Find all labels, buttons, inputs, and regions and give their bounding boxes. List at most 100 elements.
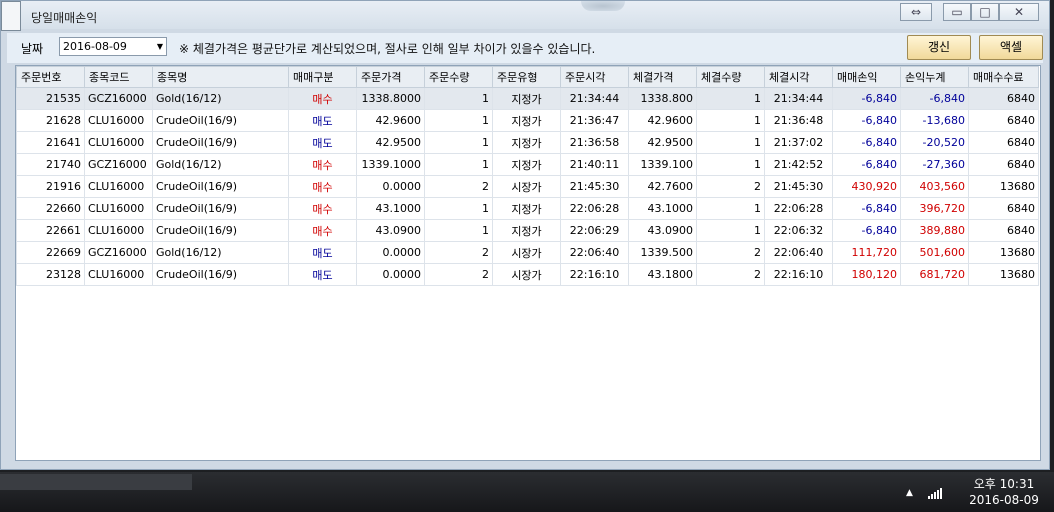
table-cell: 430,920 [832, 175, 901, 198]
table-row[interactable]: 21641 CLU16000 CrudeOil(16/9) 매도 42.9500 1 지정가… [16, 131, 1039, 154]
app-icon [1, 1, 21, 31]
column-header[interactable]: 매매손익 [832, 66, 901, 88]
table-row[interactable]: 22661 CLU16000 CrudeOil(16/9) 매수 43.0900 1 지정가… [16, 219, 1039, 242]
table-cell: 43.0900 [356, 219, 425, 242]
table-cell: -6,840 [832, 153, 901, 176]
notice-text: ※ 체결가격은 평균단가로 계산되었으며, 절사로 인해 일부 차이가 있을수 … [179, 42, 596, 56]
column-header[interactable]: 주문번호 [16, 66, 85, 88]
table-cell: 396,720 [900, 197, 969, 220]
maximize-icon[interactable]: □ [971, 3, 999, 21]
table-cell: 2 [696, 175, 765, 198]
table-cell: 지정가 [492, 109, 561, 132]
table-cell: 매수 [288, 219, 357, 242]
table-cell: Gold(16/12) [152, 153, 289, 176]
table-row[interactable]: 21740 GCZ16000 Gold(16/12) 매수 1339.1000 1 지정가 2… [16, 153, 1039, 176]
column-header[interactable]: 주문시각 [560, 66, 629, 88]
filter-toolbar: 날짜 2016-08-09 ▼ ※ 체결가격은 평균단가로 계산되었으며, 절사… [7, 33, 1043, 63]
minimize-icon[interactable]: ▭ [943, 3, 971, 21]
table-cell: 389,880 [900, 219, 969, 242]
table-cell: 6840 [968, 87, 1039, 110]
date-value: 2016-08-09 [63, 40, 127, 53]
table-cell: 매수 [288, 153, 357, 176]
column-header[interactable]: 매매수수료 [968, 66, 1039, 88]
table-cell: 1 [424, 109, 493, 132]
table-row[interactable]: 21535 GCZ16000 Gold(16/12) 매수 1338.8000 1 지정가 2… [16, 87, 1039, 110]
column-header[interactable]: 주문수량 [424, 66, 493, 88]
table-cell: 매도 [288, 241, 357, 264]
table-cell: 시장가 [492, 241, 561, 264]
table-cell: 23128 [16, 263, 85, 286]
swap-arrows-icon[interactable]: ⇔ [900, 3, 932, 21]
table-cell: 1 [696, 153, 765, 176]
table-cell: 1 [424, 219, 493, 242]
column-header[interactable]: 종목코드 [84, 66, 153, 88]
table-cell: 13680 [968, 263, 1039, 286]
table-cell: 1 [696, 109, 765, 132]
table-cell: CrudeOil(16/9) [152, 175, 289, 198]
column-header[interactable]: 종목명 [152, 66, 289, 88]
table-row[interactable]: 22669 GCZ16000 Gold(16/12) 매도 0.0000 2 시장가 22:0… [16, 241, 1039, 264]
taskbar: ▲ 오후 10:31 2016-08-09 [0, 472, 1054, 512]
table-cell: 42.9600 [628, 109, 697, 132]
trade-table: 주문번호 종목코드 종목명 매매구분 주문가격 주문수량 주문유형 주문시각 체결가격 체결수량 체… [16, 66, 1039, 286]
table-cell: 22:06:32 [764, 219, 833, 242]
table-row[interactable]: 21628 CLU16000 CrudeOil(16/9) 매도 42.9600 1 지정가… [16, 109, 1039, 132]
table-cell: 22:06:40 [764, 241, 833, 264]
column-header[interactable]: 매매구분 [288, 66, 357, 88]
window-title: 당일매매손익 [31, 11, 98, 25]
table-cell: 13680 [968, 175, 1039, 198]
refresh-button[interactable]: 갱신 [907, 35, 971, 60]
table-cell: 42.9500 [356, 131, 425, 154]
table-cell: 1 [424, 131, 493, 154]
table-cell: 21740 [16, 153, 85, 176]
table-cell: 2 [424, 263, 493, 286]
table-cell: 지정가 [492, 153, 561, 176]
table-cell: 2 [696, 263, 765, 286]
table-cell: 6840 [968, 153, 1039, 176]
table-cell: 매도 [288, 263, 357, 286]
table-cell: 지정가 [492, 219, 561, 242]
table-cell: 6840 [968, 131, 1039, 154]
chevron-down-icon[interactable]: ▼ [157, 38, 163, 55]
table-cell: -6,840 [832, 197, 901, 220]
table-cell: 6840 [968, 197, 1039, 220]
date-picker[interactable]: 2016-08-09 ▼ [59, 37, 167, 56]
table-cell: 1 [424, 197, 493, 220]
table-row[interactable]: 21916 CLU16000 CrudeOil(16/9) 매수 0.0000 2 시장가 2… [16, 175, 1039, 198]
table-cell: 6840 [968, 219, 1039, 242]
signal-icon[interactable] [928, 487, 942, 499]
table-cell: CLU16000 [84, 131, 153, 154]
column-header[interactable]: 주문가격 [356, 66, 425, 88]
table-cell: 22669 [16, 241, 85, 264]
table-cell: 681,720 [900, 263, 969, 286]
column-header[interactable]: 체결시각 [764, 66, 833, 88]
table-cell: GCZ16000 [84, 241, 153, 264]
table-cell: GCZ16000 [84, 153, 153, 176]
column-header[interactable]: 손익누계 [900, 66, 969, 88]
show-hidden-icons-icon[interactable]: ▲ [906, 488, 913, 498]
clock[interactable]: 오후 10:31 2016-08-09 [962, 476, 1046, 508]
table-body: 21535 GCZ16000 Gold(16/12) 매수 1338.8000 1 지정가 2… [16, 87, 1039, 286]
table-cell: 22:16:10 [560, 263, 629, 286]
taskbar-thumbnail[interactable] [0, 474, 192, 490]
column-header[interactable]: 체결가격 [628, 66, 697, 88]
title-bar[interactable]: 당일매매손익 ⇔ ▭ □ ✕ [1, 1, 1049, 31]
table-row[interactable]: 22660 CLU16000 CrudeOil(16/9) 매수 43.1000 1 지정가… [16, 197, 1039, 220]
close-icon[interactable]: ✕ [999, 3, 1039, 21]
table-cell: Gold(16/12) [152, 87, 289, 110]
excel-button[interactable]: 액셀 [979, 35, 1043, 60]
table-cell: 111,720 [832, 241, 901, 264]
table-cell: 21:42:52 [764, 153, 833, 176]
table-cell: 42.9500 [628, 131, 697, 154]
main-window: 당일매매손익 ⇔ ▭ □ ✕ 날짜 2016-08-09 ▼ ※ 체결가격은 평… [0, 0, 1050, 470]
column-header[interactable]: 주문유형 [492, 66, 561, 88]
table-cell: 403,560 [900, 175, 969, 198]
table-cell: 22660 [16, 197, 85, 220]
trade-grid[interactable]: 주문번호 종목코드 종목명 매매구분 주문가격 주문수량 주문유형 주문시각 체결가격 체결수량 체… [15, 65, 1041, 461]
table-row[interactable]: 23128 CLU16000 CrudeOil(16/9) 매도 0.0000 2 시장가 2… [16, 263, 1039, 286]
table-cell: 매수 [288, 197, 357, 220]
table-cell: 1 [696, 131, 765, 154]
table-cell: GCZ16000 [84, 87, 153, 110]
table-cell: 43.1000 [628, 197, 697, 220]
column-header[interactable]: 체결수량 [696, 66, 765, 88]
